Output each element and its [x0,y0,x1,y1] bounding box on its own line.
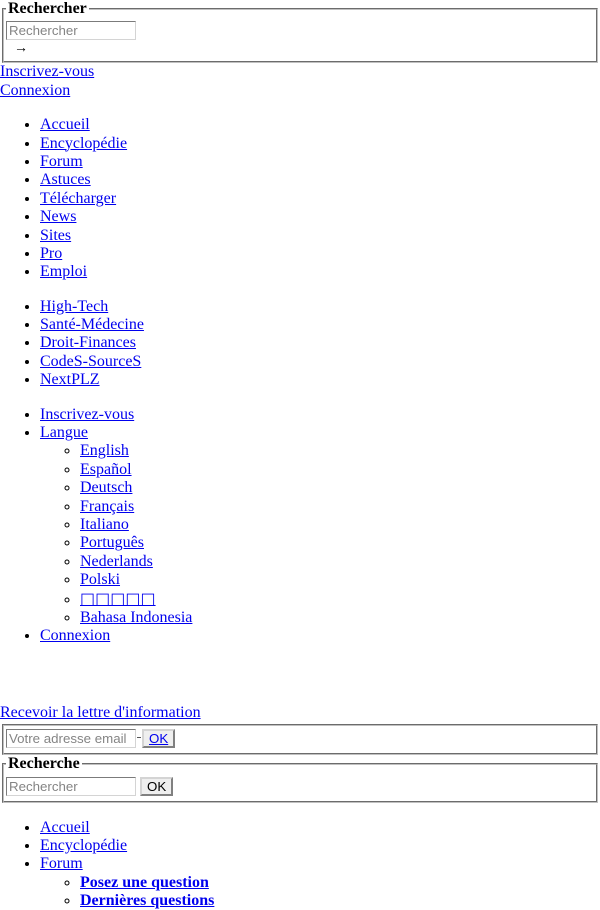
footer-navigation: Accueil Encyclopédie Forum Posez une que… [0,819,600,910]
top-search-legend: Rechercher [6,0,89,18]
language-link-italiano[interactable]: Italiano [80,516,129,533]
nav-item-astuces[interactable]: Astuces [40,171,600,189]
signup-link[interactable]: Inscrivez-vous [40,406,134,423]
login-link[interactable]: Connexion [40,627,110,644]
footer-link-encyclopedie[interactable]: Encyclopédie [40,837,127,854]
language-link-deutsch[interactable]: Deutsch [80,479,132,496]
footer-item-posez-une-question[interactable]: Posez une question [80,874,600,892]
footer-item-accueil[interactable]: Accueil [40,819,600,837]
language-link[interactable]: Langue [40,424,88,441]
site-item-sante-medecine[interactable]: Santé-Médecine [40,316,600,334]
language-link-bahasa-indonesia[interactable]: Bahasa Indonesia [80,609,192,626]
section-spacer [0,662,600,704]
footer-forum-submenu: Posez une question Dernières questions [40,874,600,910]
site-link-droit-finances[interactable]: Droit-Finances [40,334,136,351]
nav-link-accueil[interactable]: Accueil [40,116,90,133]
language-item-english[interactable]: English [80,442,600,460]
nav-item-news[interactable]: News [40,208,600,226]
top-account-links: Inscrivez-vous Connexion [0,63,600,100]
language-item-italiano[interactable]: Italiano [80,516,600,534]
language-item-portugues[interactable]: Português [80,534,600,552]
nav-link-sites[interactable]: Sites [40,227,71,244]
language-item-espanol[interactable]: Español [80,461,600,479]
footer-item-dernieres-questions[interactable]: Dernières questions [80,892,600,910]
sites-navigation: High-Tech Santé-Médecine Droit-Finances … [0,298,600,390]
language-item-deutsch[interactable]: Deutsch [80,479,600,497]
newsletter-fieldset: OK [2,724,598,755]
footer-link-accueil[interactable]: Accueil [40,819,90,836]
nav-item-encyclopedie[interactable]: Encyclopédie [40,135,600,153]
nav-link-encyclopedie[interactable]: Encyclopédie [40,135,127,152]
nav-item-forum[interactable]: Forum [40,153,600,171]
language-link-missing-glyph[interactable]: □□□□□ [80,589,156,608]
site-item-high-tech[interactable]: High-Tech [40,298,600,316]
bottom-search-input[interactable] [6,777,136,796]
site-link-codes-sources[interactable]: CodeS-SourceS [40,353,141,370]
nav-link-emploi[interactable]: Emploi [40,263,87,280]
account-item-signup[interactable]: Inscrivez-vous [40,406,600,424]
top-search-fieldset: Rechercher → [2,0,598,63]
search-input[interactable] [6,21,136,40]
language-item-polski[interactable]: Polski [80,571,600,589]
site-link-sante-medecine[interactable]: Santé-Médecine [40,316,144,333]
language-item-bahasa-indonesia[interactable]: Bahasa Indonesia [80,609,600,627]
newsletter-email-input[interactable] [6,729,136,748]
newsletter-link[interactable]: Recevoir la lettre d'information [0,704,600,722]
nav-link-astuces[interactable]: Astuces [40,171,91,188]
footer-link-dernieres-questions[interactable]: Dernières questions [80,892,214,909]
bottom-search-legend: Recherche [6,755,82,773]
nav-link-forum[interactable]: Forum [40,153,83,170]
footer-link-posez-une-question[interactable]: Posez une question [80,874,209,891]
site-item-nextplz[interactable]: NextPLZ [40,371,600,389]
language-item-missing-glyph[interactable]: □□□□□ [80,590,600,609]
language-item-francais[interactable]: Français [80,498,600,516]
footer-item-forum[interactable]: Forum Posez une question Dernières quest… [40,855,600,910]
search-submit-button[interactable]: → [14,42,28,56]
newsletter-submit-button[interactable]: OK [142,729,175,748]
account-item-language[interactable]: Langue English Español Deutsch Français … [40,424,600,627]
site-link-nextplz[interactable]: NextPLZ [40,371,100,388]
login-link-top[interactable]: Connexion [0,82,600,100]
language-link-polski[interactable]: Polski [80,571,120,588]
newsletter-separator [137,737,141,738]
language-link-espanol[interactable]: Español [80,461,132,478]
language-link-english[interactable]: English [80,442,129,459]
bottom-search-submit-button[interactable]: OK [140,777,173,796]
nav-link-telecharger[interactable]: Télécharger [40,190,116,207]
footer-link-forum[interactable]: Forum [40,855,83,872]
nav-item-pro[interactable]: Pro [40,245,600,263]
signup-link-top[interactable]: Inscrivez-vous [0,63,600,81]
footer-bold-wrapper-dernieres: Dernières questions [80,892,214,909]
site-item-droit-finances[interactable]: Droit-Finances [40,334,600,352]
nav-link-news[interactable]: News [40,208,76,225]
nav-item-emploi[interactable]: Emploi [40,263,600,281]
language-link-nederlands[interactable]: Nederlands [80,553,153,570]
language-link-francais[interactable]: Français [80,498,134,515]
account-navigation: Inscrivez-vous Langue English Español De… [0,406,600,646]
nav-item-telecharger[interactable]: Télécharger [40,190,600,208]
footer-item-encyclopedie[interactable]: Encyclopédie [40,837,600,855]
account-item-login[interactable]: Connexion [40,627,600,645]
bottom-search-fieldset: Recherche OK [2,755,598,802]
nav-item-accueil[interactable]: Accueil [40,116,600,134]
nav-item-sites[interactable]: Sites [40,227,600,245]
language-link-portugues[interactable]: Português [80,534,144,551]
site-link-high-tech[interactable]: High-Tech [40,298,108,315]
footer-bold-wrapper-question: Posez une question [80,874,209,891]
language-item-nederlands[interactable]: Nederlands [80,553,600,571]
nav-link-pro[interactable]: Pro [40,245,62,262]
site-item-codes-sources[interactable]: CodeS-SourceS [40,353,600,371]
main-navigation: Accueil Encyclopédie Forum Astuces Téléc… [0,116,600,282]
